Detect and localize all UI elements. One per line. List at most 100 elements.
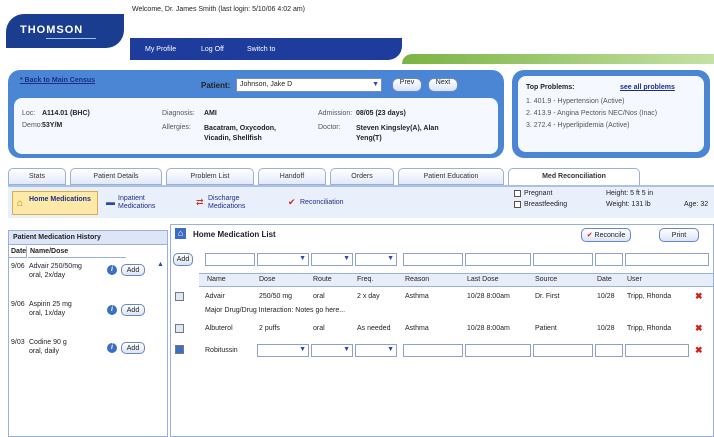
patient-select[interactable]: Johnson, Jake D ▼	[236, 78, 382, 92]
chevron-down-icon: ▼	[343, 255, 350, 262]
home-medications-label: Home Medications	[29, 196, 91, 203]
tab-patient-details[interactable]: Patient Details	[70, 168, 162, 185]
tab-patient-education[interactable]: Patient Education	[398, 168, 504, 185]
tab-stats[interactable]: Stats	[8, 168, 66, 185]
save-icon[interactable]	[175, 345, 184, 354]
med-reason: Asthma	[405, 293, 429, 300]
problem-item: 1. 401.9 - Hypertension (Active)	[526, 98, 625, 105]
filter-dose-select[interactable]: ▼	[257, 253, 309, 266]
log-off-link[interactable]: Log Off	[196, 43, 229, 56]
prev-patient-button[interactable]: Prev	[392, 78, 422, 92]
new-user-input[interactable]	[625, 344, 689, 357]
history-col-name[interactable]: Name/Dose	[28, 246, 126, 258]
check-icon: ✔	[586, 232, 593, 239]
document-icon[interactable]	[175, 324, 184, 333]
col-route[interactable]: Route	[313, 276, 332, 283]
switch-to-link[interactable]: Switch to	[242, 43, 280, 56]
col-dose[interactable]: Dose	[259, 276, 275, 283]
col-source[interactable]: Source	[535, 276, 557, 283]
breastfeeding-label: Breastfeeding	[524, 201, 568, 208]
chevron-down-icon: ▼	[343, 346, 350, 353]
document-icon[interactable]	[175, 292, 184, 301]
delete-icon[interactable]: ✖	[695, 323, 703, 334]
home-medication-title: Home Medication List	[193, 230, 276, 239]
info-icon[interactable]: i	[107, 305, 117, 315]
col-reason[interactable]: Reason	[405, 276, 429, 283]
tab-bar: Stats Patient Details Problem List Hando…	[8, 168, 714, 187]
tab-orders[interactable]: Orders	[330, 168, 394, 185]
delete-icon[interactable]: ✖	[695, 345, 703, 356]
reconcile-icon: ✔	[288, 197, 296, 207]
print-button[interactable]: Print	[659, 228, 699, 242]
doctor-value: Steven Kingsley(A), Alan Yeng(T)	[356, 125, 439, 142]
bed-icon: ▬	[106, 197, 115, 207]
history-col-date[interactable]: Date	[9, 246, 27, 258]
back-to-census-link[interactable]: * Back to Main Census	[20, 77, 95, 84]
filter-reason-input[interactable]	[403, 253, 463, 266]
med-source: Dr. First	[535, 293, 560, 300]
discharge-icon: ⇄	[196, 197, 204, 207]
new-last-dose-input[interactable]	[465, 344, 531, 357]
diagnosis-value: AMI	[204, 110, 217, 117]
reconciliation-button[interactable]: ✔ Reconciliation	[284, 191, 368, 215]
new-date-input[interactable]	[595, 344, 623, 357]
doctor-label: Doctor:	[318, 124, 341, 131]
new-route-select[interactable]: ▼	[311, 344, 353, 357]
new-source-input[interactable]	[533, 344, 593, 357]
chevron-down-icon: ▼	[387, 255, 394, 262]
new-freq-select[interactable]: ▼	[355, 344, 397, 357]
demo-label: Demo:	[22, 122, 43, 129]
header-accent-bar	[402, 54, 714, 64]
filter-freq-select[interactable]: ▼	[355, 253, 397, 266]
my-profile-link[interactable]: My Profile	[140, 43, 181, 56]
col-last-dose[interactable]: Last Dose	[467, 276, 499, 283]
reconcile-button[interactable]: ✔ Reconcile	[581, 228, 631, 242]
see-all-problems-link[interactable]: see all problems	[620, 84, 675, 91]
next-patient-button[interactable]: Next	[428, 78, 458, 92]
home-icon: ⌂	[175, 228, 186, 239]
admission-value: 08/05 (23 days)	[356, 110, 406, 117]
new-reason-input[interactable]	[403, 344, 463, 357]
tab-problem-list[interactable]: Problem List	[166, 168, 254, 185]
new-dose-select[interactable]: ▼	[257, 344, 309, 357]
col-freq[interactable]: Freq.	[357, 276, 373, 283]
history-add-button[interactable]: Add	[121, 342, 145, 354]
filter-user-input[interactable]	[625, 253, 709, 266]
home-medication-panel: ⌂ Home Medication List ✔ Reconcile Print…	[170, 224, 714, 437]
interaction-note: Major Drug/Drug Interaction: Notes go he…	[205, 307, 346, 314]
discharge-medications-button[interactable]: ⇄ Discharge Medications	[194, 191, 278, 215]
delete-icon[interactable]: ✖	[695, 291, 703, 302]
filter-date-input[interactable]	[595, 253, 623, 266]
col-user[interactable]: User	[627, 276, 642, 283]
pregnant-checkbox[interactable]	[514, 190, 521, 197]
welcome-text: Welcome, Dr. James Smith (last login: 5/…	[132, 6, 305, 13]
filter-route-select[interactable]: ▼	[311, 253, 353, 266]
history-row-date: 9/03	[11, 339, 25, 346]
filter-source-input[interactable]	[533, 253, 593, 266]
info-icon[interactable]: i	[107, 265, 117, 275]
patient-label: Patient:	[201, 81, 231, 90]
history-add-button[interactable]: Add	[121, 264, 145, 276]
add-medication-button[interactable]: Add	[173, 253, 193, 266]
inpatient-medications-button[interactable]: ▬ Inpatient Medications	[104, 191, 188, 215]
history-add-button[interactable]: Add	[121, 304, 145, 316]
med-date: 10/28	[597, 293, 615, 300]
problem-item: 3. 272.4 - Hyperlipidemia (Active)	[526, 122, 630, 129]
history-row-detail: oral, daily	[29, 348, 59, 355]
med-dose: 250/50 mg	[259, 293, 293, 300]
loc-value: A114.01 (BHC)	[42, 110, 90, 117]
info-icon[interactable]: i	[107, 343, 117, 353]
history-row-name: Codine 90 g	[29, 339, 67, 346]
inpatient-medications-label: Inpatient Medications	[118, 195, 156, 210]
filter-name-input[interactable]	[205, 253, 255, 266]
scroll-up-icon[interactable]: ▲	[157, 261, 164, 268]
diagnosis-label: Diagnosis:	[162, 110, 195, 117]
filter-last-dose-input[interactable]	[465, 253, 531, 266]
breastfeeding-checkbox[interactable]	[514, 201, 521, 208]
tab-handoff[interactable]: Handoff	[258, 168, 326, 185]
history-row-date: 9/06	[11, 301, 25, 308]
col-date[interactable]: Date	[597, 276, 612, 283]
home-medications-button[interactable]: ⌂ Home Medications	[12, 191, 98, 215]
med-user: Tripp, Rhonda	[627, 325, 672, 332]
col-name[interactable]: Name	[207, 276, 226, 283]
